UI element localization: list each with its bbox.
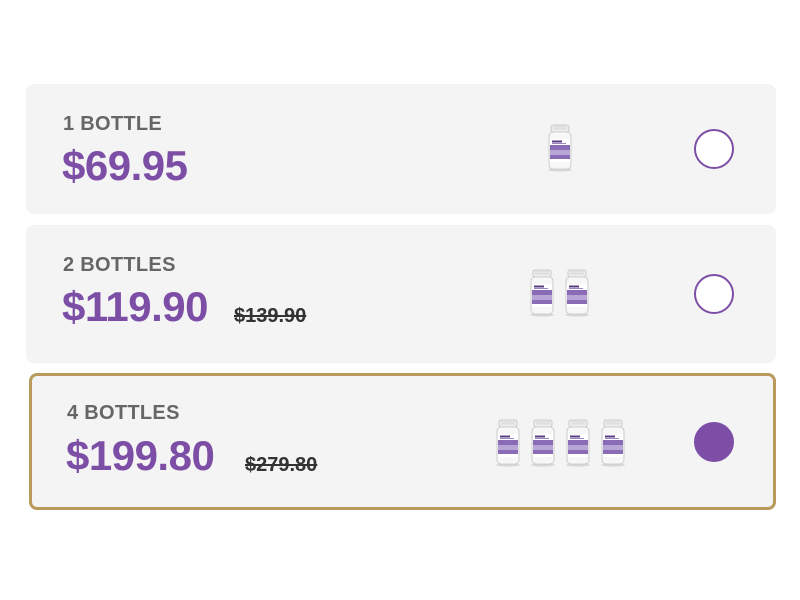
radio-button[interactable] — [694, 274, 734, 314]
supplement-bottle-icon — [565, 269, 589, 317]
radio-button-selected[interactable] — [694, 422, 734, 462]
bottle-images — [528, 269, 591, 317]
package-selector: 1 BOTTLE $69.95 2 BOTTLES $119.90 $139.9… — [0, 0, 800, 600]
supplement-bottle-icon — [496, 419, 520, 467]
supplement-bottle-icon — [601, 419, 625, 467]
bottle-images — [494, 419, 627, 467]
package-option-4-bottles[interactable]: 4 BOTTLES $199.80 $279.80 — [29, 373, 776, 510]
package-option-1-bottle[interactable]: 1 BOTTLE $69.95 — [26, 84, 776, 214]
radio-button[interactable] — [694, 129, 734, 169]
bottle-images — [546, 124, 574, 172]
package-option-2-bottles[interactable]: 2 BOTTLES $119.90 $139.90 — [26, 225, 776, 363]
supplement-bottle-icon — [531, 419, 555, 467]
quantity-label: 1 BOTTLE — [63, 113, 163, 135]
supplement-bottle-icon — [548, 124, 572, 172]
price: $199.80 — [66, 432, 215, 479]
supplement-bottle-icon — [566, 419, 590, 467]
original-price: $139.90 — [234, 305, 307, 327]
quantity-label: 2 BOTTLES — [63, 254, 176, 276]
quantity-label: 4 BOTTLES — [67, 402, 180, 424]
price: $69.95 — [62, 142, 188, 189]
price: $119.90 — [62, 283, 209, 330]
original-price: $279.80 — [245, 454, 318, 476]
supplement-bottle-icon — [530, 269, 554, 317]
